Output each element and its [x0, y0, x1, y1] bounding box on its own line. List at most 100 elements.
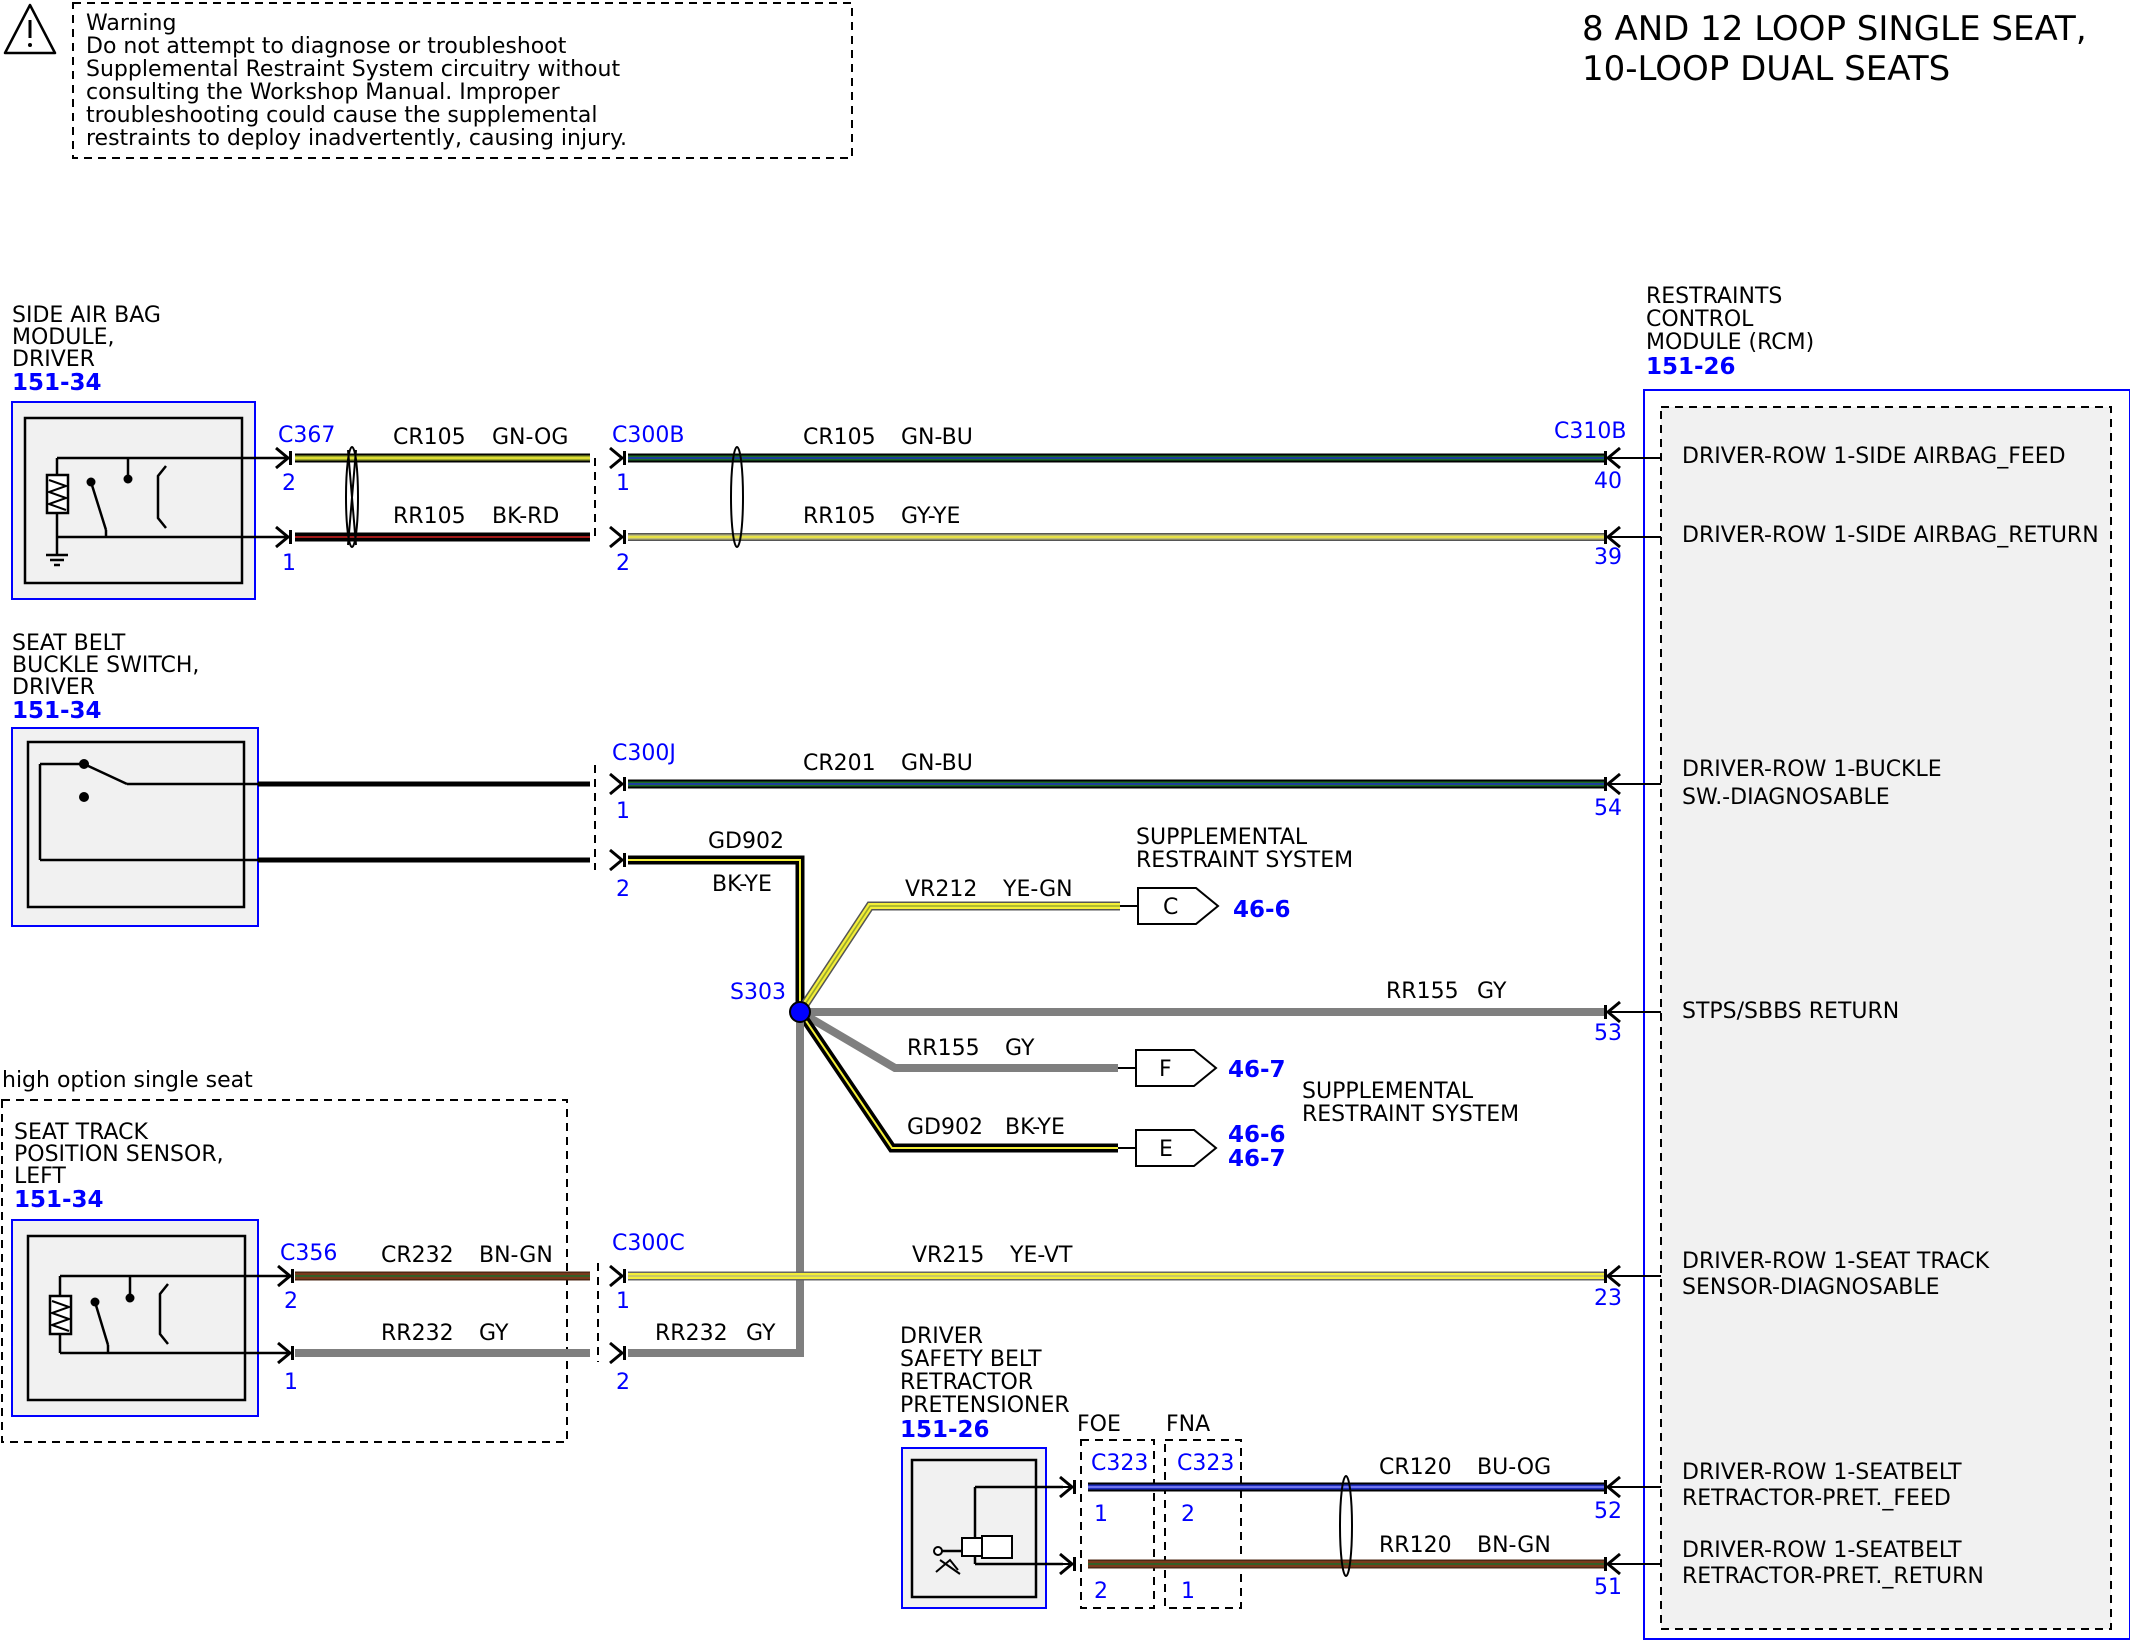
pretensioner-label-line-3: RETRACTOR — [900, 1370, 1033, 1395]
pin-c300b-2: 2 — [616, 551, 630, 576]
offpage-connector-e[interactable]: E — [1118, 1129, 1218, 1167]
buckle-switch[interactable] — [11, 727, 259, 927]
label-w14-circuit: RR232 — [655, 1321, 728, 1346]
buckle-switch-ref-link[interactable]: 151-34 — [12, 698, 102, 724]
srs-label-lower-2: RESTRAINT SYSTEM — [1302, 1102, 1519, 1127]
pin-c300c-1: 1 — [616, 1289, 630, 1314]
offpage-connector-f[interactable]: F — [1118, 1049, 1218, 1087]
label-w6-circuit: GD902 — [708, 829, 784, 854]
label-w3-color: GN-BU — [901, 425, 973, 450]
connector-c356[interactable]: C356 — [280, 1241, 337, 1266]
pin-c367-2: 2 — [282, 471, 296, 496]
rcm-pin-40-label: DRIVER-ROW 1-SIDE AIRBAG_FEED — [1682, 444, 2066, 469]
warning-line-2: Do not attempt to diagnose or troublesho… — [86, 34, 567, 59]
pin-rcm-39: 39 — [1594, 545, 1622, 570]
offpage-e-ref-2[interactable]: 46-7 — [1228, 1146, 1286, 1172]
warning-line-4: consulting the Workshop Manual. Improper — [86, 80, 561, 105]
wiring-diagram: Warning Do not attempt to diagnose or tr… — [1, 2, 2130, 1640]
pin-c367-1: 1 — [282, 551, 296, 576]
rcm-pin-54-label-2: SW.-DIAGNOSABLE — [1682, 785, 1890, 810]
rcm-pin-51-label-1: DRIVER-ROW 1-SEATBELT — [1682, 1538, 1962, 1563]
pretensioner[interactable] — [901, 1447, 1063, 1609]
pretensioner-label-line-2: SAFETY BELT — [900, 1347, 1042, 1372]
rcm-label-line-2: CONTROL — [1646, 307, 1754, 332]
pin-rcm-53: 53 — [1594, 1021, 1622, 1046]
rcm-pin-23-label-2: SENSOR-DIAGNOSABLE — [1682, 1275, 1940, 1300]
label-w4-color: GY-YE — [901, 504, 960, 529]
rcm-ref-link[interactable]: 151-26 — [1646, 354, 1736, 380]
pin-rcm-51: 51 — [1594, 1575, 1622, 1600]
pin-c323-fna-1: 1 — [1181, 1579, 1195, 1604]
label-w7-color: YE-GN — [1002, 877, 1073, 902]
connector-c367[interactable]: C367 — [278, 423, 335, 448]
offpage-f-ref[interactable]: 46-7 — [1228, 1057, 1286, 1083]
pin-rcm-23: 23 — [1594, 1286, 1622, 1311]
label-w2-circuit: RR105 — [393, 504, 466, 529]
wire-rr232-gy-splice[interactable] — [628, 1012, 804, 1357]
rcm-pin-54-label-1: DRIVER-ROW 1-BUCKLE — [1682, 757, 1942, 782]
buckle-switch-label: SEAT BELT BUCKLE SWITCH, DRIVER 151-34 — [12, 631, 199, 724]
seat-track-label: SEAT TRACK POSITION SENSOR, LEFT 151-34 — [14, 1120, 224, 1213]
seat-track-ref-link[interactable]: 151-34 — [14, 1187, 104, 1213]
label-w9-color: GY — [1005, 1036, 1035, 1061]
side-airbag-module[interactable] — [11, 401, 290, 600]
label-w3-circuit: CR105 — [803, 425, 876, 450]
rcm-pin-39-label: DRIVER-ROW 1-SIDE AIRBAG_RETURN — [1682, 523, 2099, 548]
connector-c300j[interactable]: C300J — [612, 741, 676, 766]
offpage-connector-c[interactable]: C — [1120, 887, 1220, 925]
splice-s303[interactable] — [789, 1001, 811, 1023]
pin-c300j-2: 2 — [616, 877, 630, 902]
connector-c300b[interactable]: C300B — [612, 423, 684, 448]
warning-box: Warning Do not attempt to diagnose or tr… — [3, 2, 853, 159]
rcm-label: RESTRAINTS CONTROL MODULE (RCM) 151-26 — [1646, 284, 1814, 380]
side-airbag-ref-link[interactable]: 151-34 — [12, 370, 102, 396]
seat-track-sensor[interactable] — [11, 1219, 290, 1417]
offpage-e-ref-1[interactable]: 46-6 — [1228, 1122, 1286, 1148]
option-code-fna: FNA — [1166, 1412, 1210, 1437]
pin-c323-foe-1: 1 — [1094, 1502, 1108, 1527]
label-w10-circuit: GD902 — [907, 1115, 983, 1140]
pin-c323-foe-2: 2 — [1094, 1579, 1108, 1604]
connector-c300c[interactable]: C300C — [612, 1231, 685, 1256]
pin-c300c-2: 2 — [616, 1370, 630, 1395]
pin-rcm-52: 52 — [1594, 1499, 1622, 1524]
rcm-pin-53-label: STPS/SBBS RETURN — [1682, 999, 1899, 1024]
pretensioner-ref-link[interactable]: 151-26 — [900, 1417, 990, 1443]
warning-line-3: Supplemental Restraint System circuitry … — [86, 57, 620, 82]
pretensioner-label-line-1: DRIVER — [900, 1324, 983, 1349]
pin-c356-2: 2 — [284, 1289, 298, 1314]
seat-track-label-line-3: LEFT — [14, 1164, 66, 1189]
connector-c323-foe[interactable]: C323 — [1091, 1451, 1148, 1476]
label-w9-circuit: RR155 — [907, 1036, 980, 1061]
pin-rcm-54: 54 — [1594, 796, 1622, 821]
label-w12-color: GY — [479, 1321, 509, 1346]
label-w14-color: GY — [746, 1321, 776, 1346]
label-w15-circuit: CR120 — [1379, 1455, 1452, 1480]
label-w10-color: BK-YE — [1005, 1115, 1065, 1140]
label-w13-color: YE-VT — [1009, 1243, 1073, 1268]
warning-line-5: troubleshooting could cause the suppleme… — [86, 103, 597, 128]
diagram-title-line-1: 8 AND 12 LOOP SINGLE SEAT, — [1582, 9, 2087, 49]
warning-line-6: restraints to deploy inadvertently, caus… — [86, 126, 627, 151]
label-w2-color: BK-RD — [492, 504, 559, 529]
connector-c310b[interactable]: C310B — [1554, 419, 1626, 444]
splice-label-s303[interactable]: S303 — [730, 980, 786, 1005]
label-w6-color: BK-YE — [712, 872, 772, 897]
srs-label-upper-2: RESTRAINT SYSTEM — [1136, 848, 1353, 873]
offpage-e-letter: E — [1159, 1137, 1173, 1162]
label-w15-color: BU-OG — [1477, 1455, 1551, 1480]
offpage-c-ref[interactable]: 46-6 — [1233, 897, 1291, 923]
warning-triangle-icon — [3, 3, 57, 55]
connector-c323-fna[interactable]: C323 — [1177, 1451, 1234, 1476]
rcm-pin-52-label-1: DRIVER-ROW 1-SEATBELT — [1682, 1460, 1962, 1485]
rcm-label-line-3: MODULE (RCM) — [1646, 330, 1814, 355]
label-w5-color: GN-BU — [901, 751, 973, 776]
wire-vr212-ye-gn[interactable] — [796, 901, 1120, 1015]
offpage-c-letter: C — [1163, 895, 1178, 920]
label-w12-circuit: RR232 — [381, 1321, 454, 1346]
high-option-label: high option single seat — [2, 1068, 253, 1093]
label-w13-circuit: VR215 — [912, 1243, 984, 1268]
offpage-f-letter: F — [1159, 1057, 1172, 1082]
label-w8-circuit: RR155 — [1386, 979, 1459, 1004]
label-w7-circuit: VR212 — [905, 877, 977, 902]
